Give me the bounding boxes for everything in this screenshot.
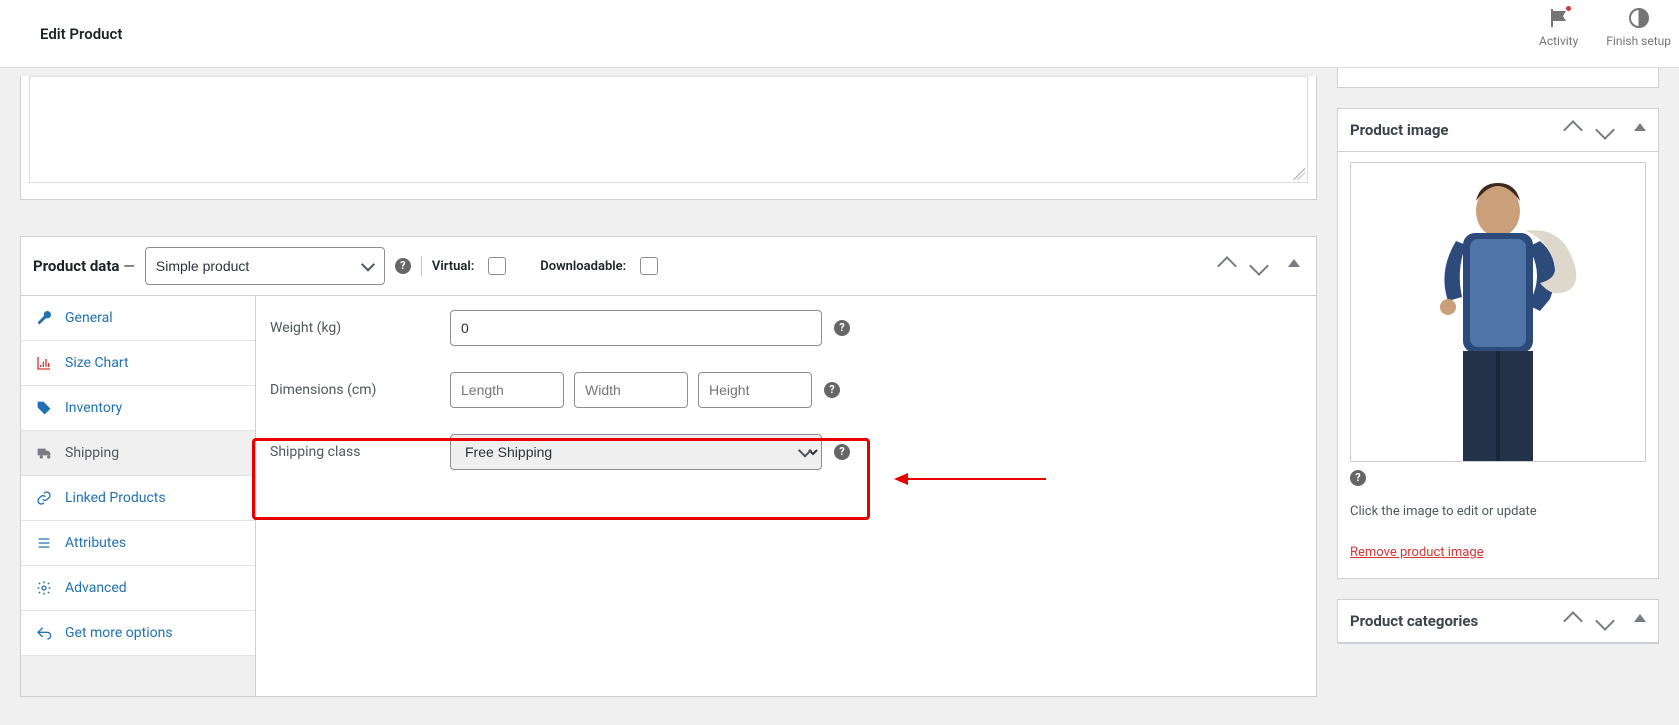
tab-get-more[interactable]: Get more options bbox=[21, 611, 255, 656]
help-icon[interactable]: ? bbox=[834, 444, 850, 460]
product-image-header: Product image bbox=[1338, 109, 1658, 152]
content-editor-box bbox=[20, 76, 1317, 200]
wrench-icon bbox=[35, 310, 53, 326]
top-bar: Edit Product Activity Finish setup bbox=[0, 0, 1679, 68]
tab-get-more-label: Get more options bbox=[65, 625, 173, 641]
chevron-up-icon[interactable] bbox=[1563, 120, 1583, 140]
downloadable-checkbox[interactable] bbox=[640, 257, 658, 275]
back-arrow-icon bbox=[35, 625, 53, 641]
product-type-select[interactable]: Simple product bbox=[145, 247, 385, 285]
product-image-thumbnail[interactable] bbox=[1350, 162, 1646, 462]
height-input[interactable] bbox=[698, 372, 812, 408]
product-categories-panel: Product categories bbox=[1337, 599, 1659, 644]
help-icon[interactable]: ? bbox=[834, 320, 850, 336]
chart-icon bbox=[35, 355, 53, 371]
product-image-illustration bbox=[1408, 171, 1588, 461]
annotation-arrow-icon bbox=[896, 478, 1046, 480]
list-icon bbox=[35, 535, 53, 551]
truck-icon bbox=[35, 445, 53, 461]
sidebar-truncated-box bbox=[1337, 68, 1659, 88]
weight-input[interactable] bbox=[450, 310, 822, 346]
collapse-icon[interactable] bbox=[1288, 259, 1300, 267]
chevron-down-icon[interactable] bbox=[1595, 611, 1615, 631]
virtual-checkbox[interactable] bbox=[488, 257, 506, 275]
finish-setup-label: Finish setup bbox=[1606, 34, 1671, 48]
finish-setup-button[interactable]: Finish setup bbox=[1606, 6, 1671, 48]
product-categories-title: Product categories bbox=[1350, 612, 1478, 630]
notification-dot-icon bbox=[1565, 5, 1572, 12]
chevron-up-icon[interactable] bbox=[1563, 611, 1583, 631]
tab-attributes-label: Attributes bbox=[65, 535, 126, 551]
virtual-label: Virtual: bbox=[432, 259, 474, 274]
tab-advanced-label: Advanced bbox=[65, 580, 127, 596]
tab-linked-products[interactable]: Linked Products bbox=[21, 476, 255, 521]
dimensions-row: Dimensions (cm) ? bbox=[270, 372, 1302, 408]
tab-size-chart-label: Size Chart bbox=[65, 355, 129, 371]
product-data-tabs: General Size Chart Inventory Shipping bbox=[21, 296, 256, 696]
width-input[interactable] bbox=[574, 372, 688, 408]
product-image-title: Product image bbox=[1350, 121, 1449, 139]
weight-label: Weight (kg) bbox=[270, 320, 450, 336]
panel-toggle-group bbox=[1220, 259, 1304, 273]
tab-attributes[interactable]: Attributes bbox=[21, 521, 255, 566]
resize-grip-icon[interactable] bbox=[1293, 168, 1305, 180]
dimensions-label: Dimensions (cm) bbox=[270, 382, 450, 398]
chevron-down-icon[interactable] bbox=[1249, 256, 1269, 276]
product-data-header: Product data — Simple product ? Virtual:… bbox=[21, 237, 1316, 296]
tab-inventory-label: Inventory bbox=[65, 400, 122, 416]
help-icon[interactable]: ? bbox=[1350, 470, 1366, 486]
content-editor[interactable] bbox=[29, 76, 1308, 183]
tab-advanced[interactable]: Advanced bbox=[21, 566, 255, 611]
activity-label: Activity bbox=[1539, 34, 1578, 48]
help-icon[interactable]: ? bbox=[824, 382, 840, 398]
tag-icon bbox=[35, 400, 53, 416]
divider-icon bbox=[421, 256, 422, 276]
tab-shipping-label: Shipping bbox=[65, 445, 119, 461]
downloadable-label: Downloadable: bbox=[540, 259, 626, 274]
shipping-tab-content: Weight (kg) ? Dimensions (cm) ? Shipping… bbox=[256, 296, 1316, 696]
gear-icon bbox=[35, 580, 53, 596]
shipping-class-select[interactable]: Free Shipping bbox=[450, 434, 822, 470]
shipping-class-label: Shipping class bbox=[270, 444, 450, 460]
tab-linked-label: Linked Products bbox=[65, 490, 166, 506]
chevron-up-icon[interactable] bbox=[1217, 256, 1237, 276]
product-data-panel: Product data — Simple product ? Virtual:… bbox=[20, 236, 1317, 697]
tab-inventory[interactable]: Inventory bbox=[21, 386, 255, 431]
shipping-class-row: Shipping class Free Shipping ? bbox=[270, 434, 1302, 470]
activity-button[interactable]: Activity bbox=[1539, 6, 1578, 48]
top-actions: Activity Finish setup bbox=[1539, 0, 1679, 68]
link-icon bbox=[35, 490, 53, 506]
tab-shipping[interactable]: Shipping bbox=[21, 431, 255, 476]
product-image-hint: Click the image to edit or update bbox=[1350, 504, 1646, 519]
length-input[interactable] bbox=[450, 372, 564, 408]
flag-icon bbox=[1547, 6, 1571, 30]
help-icon[interactable]: ? bbox=[395, 258, 411, 274]
product-categories-header: Product categories bbox=[1338, 600, 1658, 643]
tab-general-label: General bbox=[65, 310, 113, 326]
chevron-down-icon[interactable] bbox=[1595, 120, 1615, 140]
remove-product-image-link[interactable]: Remove product image bbox=[1350, 545, 1484, 560]
product-data-heading: Product data — bbox=[33, 257, 135, 275]
product-image-panel: Product image bbox=[1337, 108, 1659, 579]
tab-size-chart[interactable]: Size Chart bbox=[21, 341, 255, 386]
tab-general[interactable]: General bbox=[21, 296, 255, 341]
collapse-icon[interactable] bbox=[1634, 123, 1646, 131]
page-title: Edit Product bbox=[40, 25, 122, 43]
half-circle-icon bbox=[1627, 6, 1651, 30]
collapse-icon[interactable] bbox=[1634, 614, 1646, 622]
weight-row: Weight (kg) ? bbox=[270, 310, 1302, 346]
